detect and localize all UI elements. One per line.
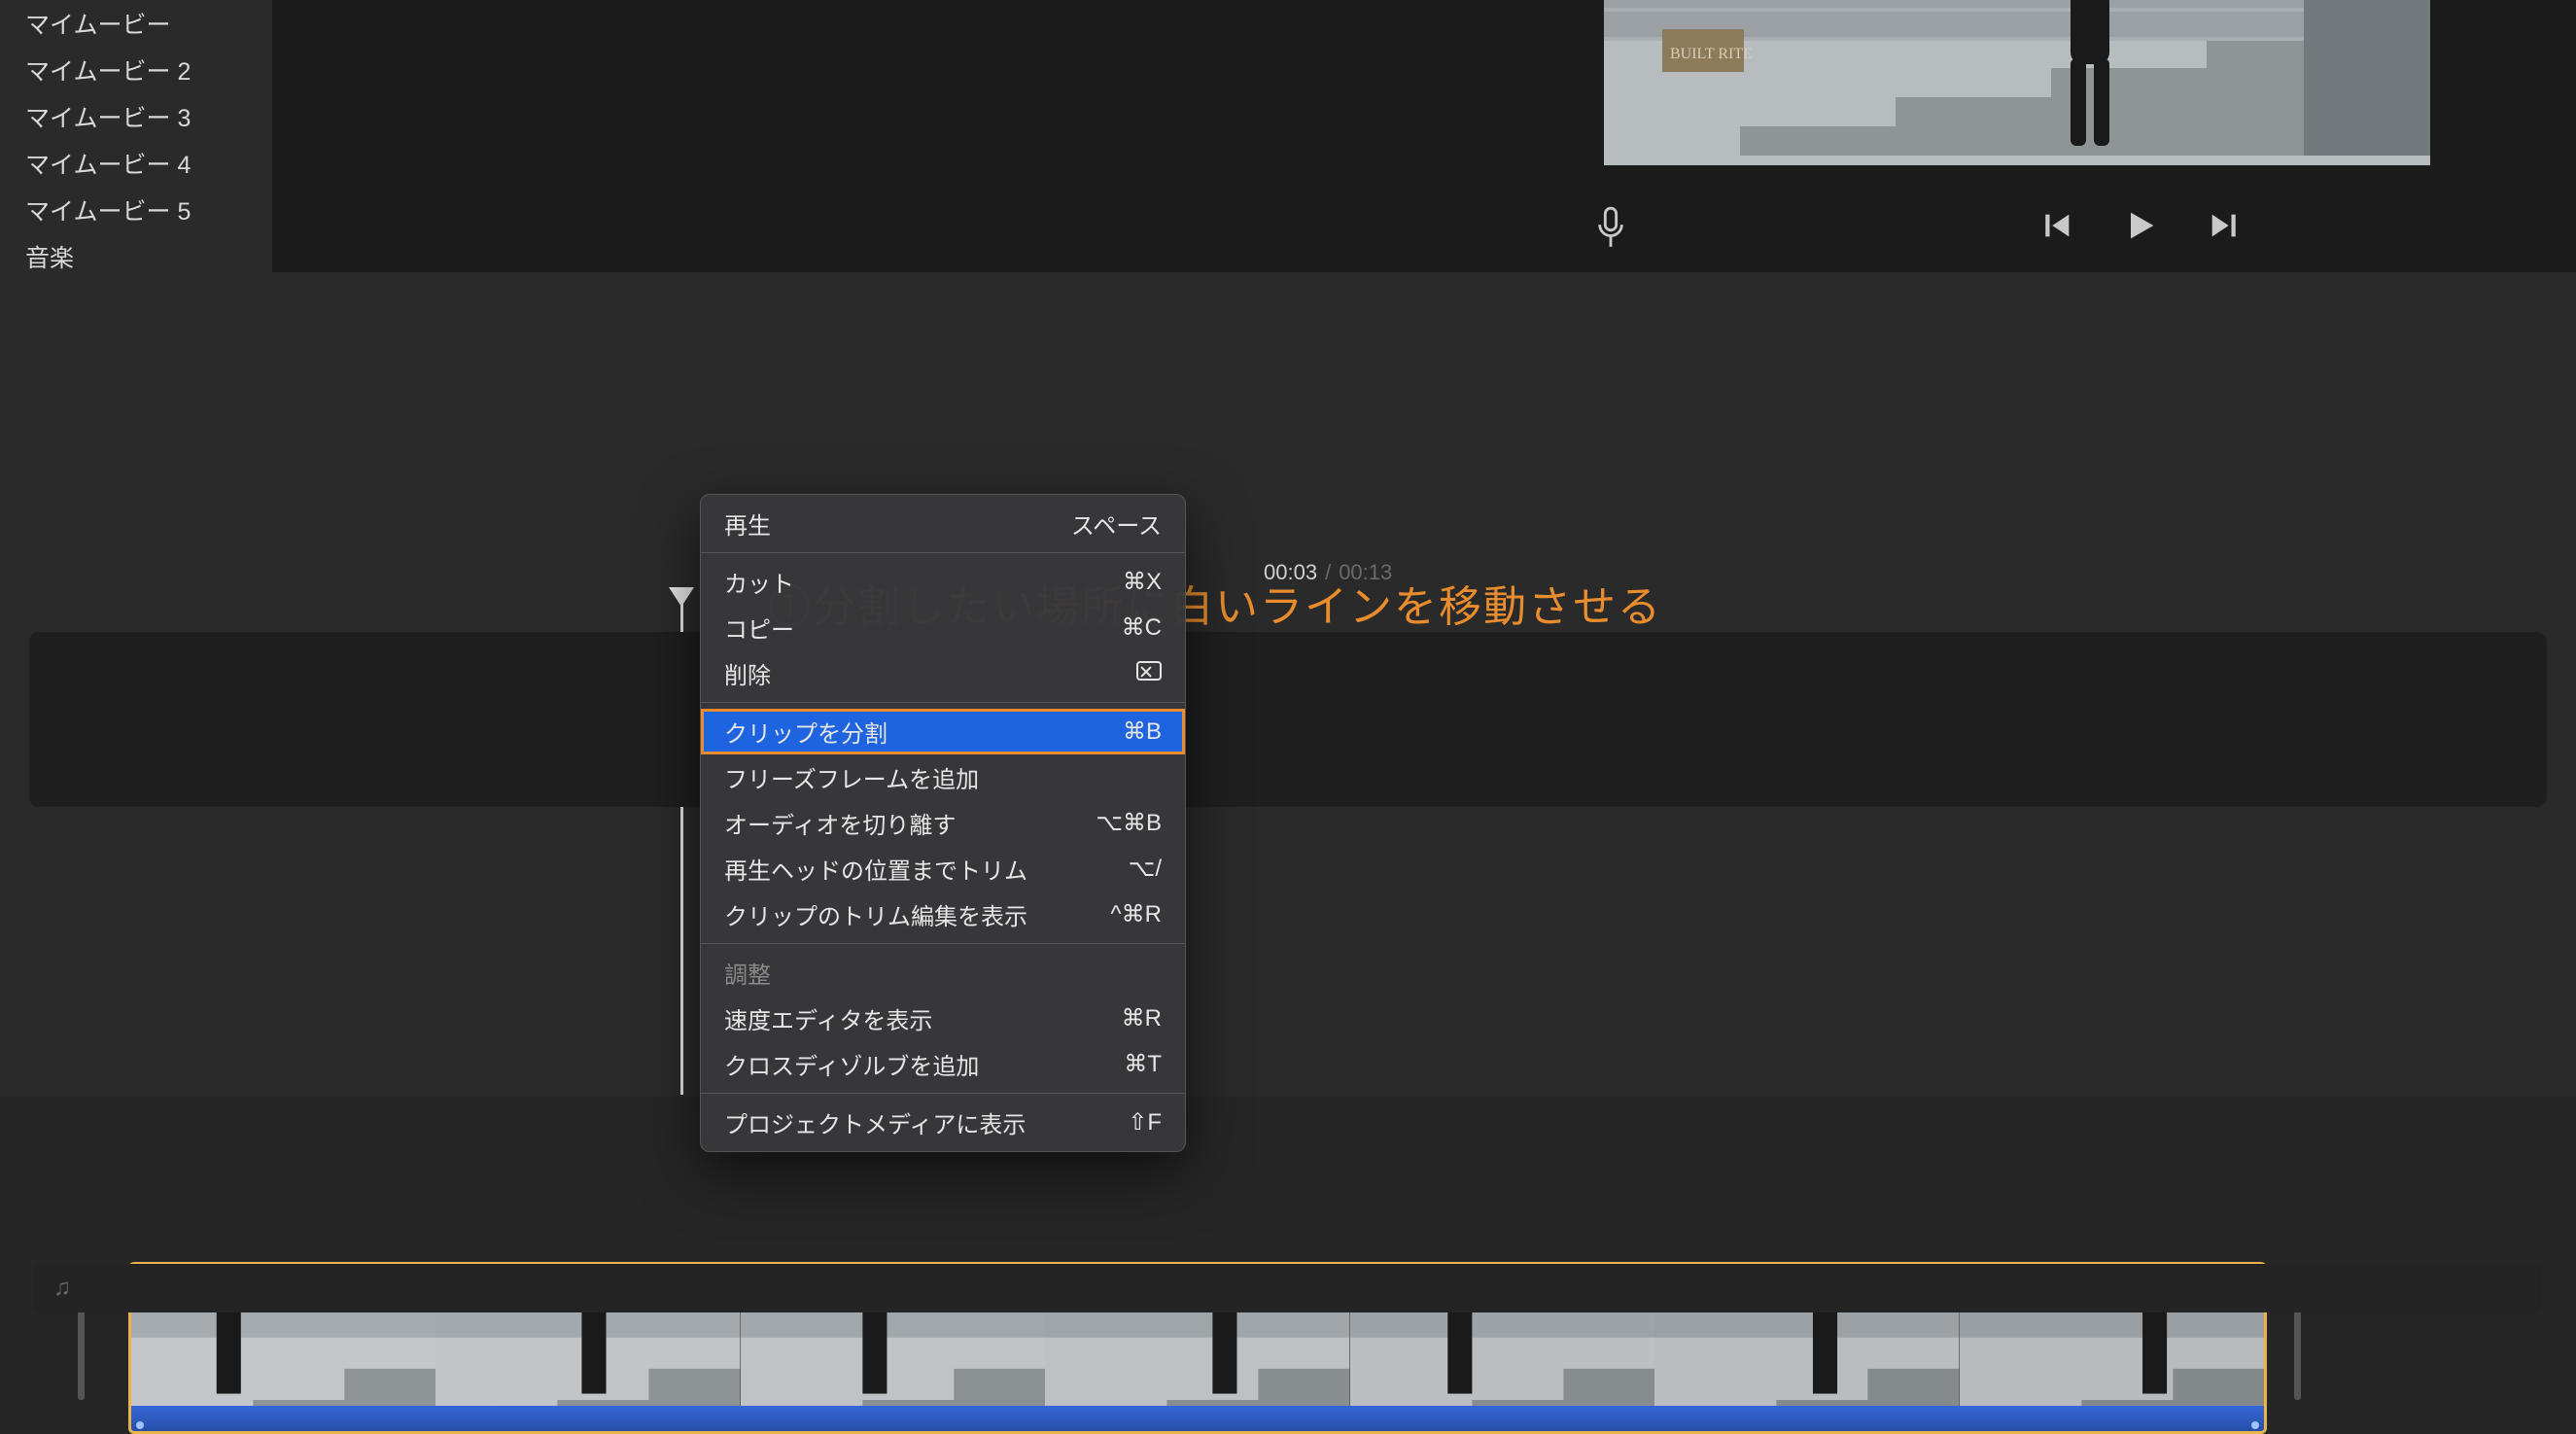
menu-shortcut: ⌘B bbox=[1123, 717, 1162, 746]
project-sidebar: マイムービー マイムービー 2 マイムービー 3 マイムービー 4 マイムービー… bbox=[0, 0, 272, 272]
menu-header-adjust: 調整 bbox=[701, 950, 1185, 996]
timeline-panel: 00:03/00:13 ①分割したい場所に白いラインを移動させる ②右クリック … bbox=[0, 272, 2576, 1097]
menu-label: 再生 bbox=[724, 507, 771, 541]
menu-shortcut: ^⌘R bbox=[1110, 900, 1162, 928]
menu-show-trim-editor[interactable]: クリップのトリム編集を表示 ^⌘R bbox=[701, 892, 1185, 937]
menu-label: カット bbox=[724, 565, 794, 599]
menu-separator bbox=[701, 702, 1185, 703]
menu-split-clip[interactable]: クリップを分割 ⌘B bbox=[701, 709, 1185, 754]
menu-separator bbox=[701, 552, 1185, 553]
menu-label: クリップのトリム編集を表示 bbox=[724, 897, 1027, 931]
menu-shortcut: ⌘T bbox=[1124, 1050, 1162, 1078]
svg-text:BUILT RITE: BUILT RITE bbox=[1670, 46, 1753, 62]
menu-label: 削除 bbox=[724, 656, 771, 690]
sidebar-item-movie-3[interactable]: マイムービー 3 bbox=[0, 93, 272, 140]
menu-separator bbox=[701, 1093, 1185, 1094]
delete-key-icon bbox=[1136, 660, 1162, 687]
menu-label: クロスディゾルブを追加 bbox=[724, 1047, 979, 1081]
menu-shortcut: ⌘X bbox=[1123, 568, 1162, 596]
menu-copy[interactable]: コピー ⌘C bbox=[701, 605, 1185, 650]
menu-shortcut: ⌘C bbox=[1122, 613, 1162, 642]
sidebar-item-movie-1[interactable]: マイムービー bbox=[0, 0, 272, 47]
menu-detach-audio[interactable]: オーディオを切り離す ⌥⌘B bbox=[701, 800, 1185, 846]
menu-label: コピー bbox=[724, 611, 794, 645]
menu-label: オーディオを切り離す bbox=[724, 806, 956, 840]
clip-edge-right[interactable] bbox=[2294, 1303, 2301, 1400]
menu-label: プロジェクトメディアに表示 bbox=[724, 1105, 1026, 1139]
play-icon[interactable] bbox=[2121, 206, 2160, 250]
menu-play[interactable]: 再生 スペース bbox=[701, 501, 1185, 546]
menu-show-speed-editor[interactable]: 速度エディタを表示 ⌘R bbox=[701, 996, 1185, 1041]
menu-reveal-in-project-media[interactable]: プロジェクトメディアに表示 ⇧F bbox=[701, 1100, 1185, 1145]
music-track-row[interactable]: ♫ bbox=[34, 1264, 2542, 1312]
sidebar-item-movie-4[interactable]: マイムービー 4 bbox=[0, 140, 272, 187]
menu-delete[interactable]: 削除 bbox=[701, 650, 1185, 696]
preview-monitor: BUILT RITE bbox=[1604, 0, 2430, 165]
menu-label: フリーズフレームを追加 bbox=[724, 760, 979, 794]
sidebar-item-movie-2[interactable]: マイムービー 2 bbox=[0, 47, 272, 93]
menu-shortcut: ⌘R bbox=[1122, 1004, 1162, 1032]
menu-shortcut: ⇧F bbox=[1128, 1108, 1162, 1137]
menu-add-freeze-frame[interactable]: フリーズフレームを追加 bbox=[701, 754, 1185, 800]
menu-label: クリップを分割 bbox=[724, 715, 888, 749]
skip-forward-icon[interactable] bbox=[2207, 209, 2240, 247]
sidebar-item-movie-5[interactable]: マイムービー 5 bbox=[0, 187, 272, 233]
menu-label: 再生ヘッドの位置までトリム bbox=[724, 852, 1027, 886]
clip-edge-left[interactable] bbox=[78, 1303, 85, 1400]
menu-cut[interactable]: カット ⌘X bbox=[701, 559, 1185, 605]
timeline-well[interactable]: coverr-girl-running-down-stairs-9275 bbox=[29, 632, 2547, 807]
menu-trim-to-playhead[interactable]: 再生ヘッドの位置までトリム ⌥/ bbox=[701, 846, 1185, 892]
clip-audio-track[interactable] bbox=[131, 1406, 2264, 1431]
menu-shortcut: ⌥⌘B bbox=[1096, 809, 1162, 837]
skip-back-icon[interactable] bbox=[2041, 209, 2074, 247]
music-note-icon: ♫ bbox=[53, 1275, 71, 1302]
menu-label: 調整 bbox=[724, 956, 771, 990]
menu-label: 速度エディタを表示 bbox=[724, 1001, 932, 1035]
menu-shortcut: ⌥/ bbox=[1129, 855, 1162, 883]
menu-add-cross-dissolve[interactable]: クロスディゾルブを追加 ⌘T bbox=[701, 1041, 1185, 1087]
menu-shortcut: スペース bbox=[1071, 507, 1162, 541]
microphone-icon[interactable] bbox=[1594, 204, 1627, 256]
menu-separator bbox=[701, 943, 1185, 944]
transport-controls bbox=[2041, 206, 2240, 250]
context-menu: 再生 スペース カット ⌘X コピー ⌘C 削除 クリップを分割 ⌘B フリーズ… bbox=[700, 494, 1186, 1152]
